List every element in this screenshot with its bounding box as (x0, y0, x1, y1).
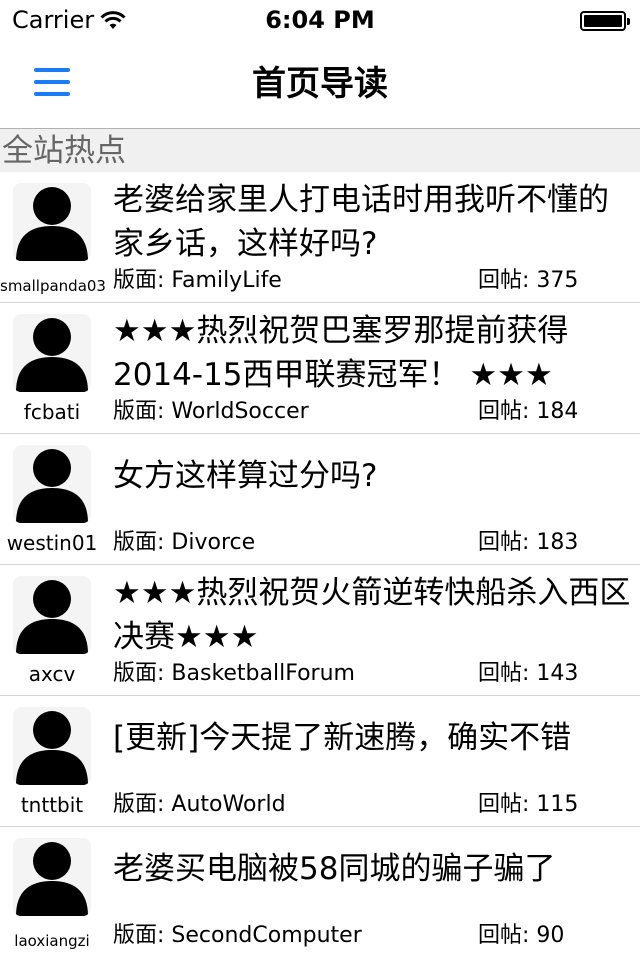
board-label: 版面: AutoWorld (113, 792, 286, 817)
reply-count: 回帖: 184 (478, 399, 579, 424)
post-row[interactable]: westin01 女方这样算过分吗? 版面: Divorce 回帖: 183 (0, 434, 640, 565)
board-label: 版面: SecondComputer (113, 923, 362, 948)
status-bar: Carrier 6:04 PM (0, 0, 640, 40)
board-label: 版面: BasketballForum (113, 661, 355, 686)
user-silhouette-icon (16, 449, 88, 523)
username[interactable]: fcbati (0, 399, 104, 425)
navigation-bar: 首页导读 (0, 40, 640, 129)
battery-full-icon (580, 11, 630, 31)
avatar[interactable] (13, 314, 91, 392)
post-row[interactable]: axcv ★★★热烈祝贺火箭逆转快船杀入西区决赛★★★ 版面: Basketba… (0, 565, 640, 696)
post-title[interactable]: ★★★热烈祝贺火箭逆转快船杀入西区决赛★★★ (113, 571, 633, 659)
reply-count: 回帖: 375 (478, 268, 579, 293)
board-label: 版面: WorldSoccer (113, 399, 309, 424)
reply-count: 回帖: 90 (478, 923, 565, 948)
username[interactable]: tnttbit (0, 792, 104, 818)
avatar[interactable] (13, 445, 91, 523)
username[interactable]: westin01 (0, 530, 104, 556)
user-silhouette-icon (16, 187, 88, 261)
avatar[interactable] (13, 576, 91, 654)
reply-count: 回帖: 115 (478, 792, 579, 817)
avatar[interactable] (13, 183, 91, 261)
user-silhouette-icon (16, 580, 88, 654)
page-title: 首页导读 (252, 64, 388, 104)
board-label: 版面: Divorce (113, 530, 256, 555)
user-silhouette-icon (16, 711, 88, 785)
board-label: 版面: FamilyLife (113, 268, 282, 293)
post-title[interactable]: 老婆买电脑被58同城的骗子骗了 (113, 847, 633, 891)
post-title[interactable]: ★★★热烈祝贺巴塞罗那提前获得2014-15西甲联赛冠军！ ★★★ (113, 309, 633, 397)
post-title[interactable]: 女方这样算过分吗? (113, 454, 633, 498)
avatar[interactable] (13, 707, 91, 785)
post-row[interactable]: smallpanda03 老婆给家里人打电话时用我听不懂的家乡话，这样好吗? 版… (0, 172, 640, 303)
user-silhouette-icon (16, 318, 88, 392)
post-title[interactable]: [更新]今天提了新速腾，确实不错 (113, 716, 633, 760)
username[interactable]: smallpanda03 (0, 273, 106, 299)
post-row[interactable]: tnttbit [更新]今天提了新速腾，确实不错 版面: AutoWorld 回… (0, 696, 640, 827)
user-silhouette-icon (16, 842, 88, 916)
avatar[interactable] (13, 838, 91, 916)
section-header: 全站热点 (0, 129, 640, 172)
username[interactable]: axcv (0, 661, 104, 687)
post-list: smallpanda03 老婆给家里人打电话时用我听不懂的家乡话，这样好吗? 版… (0, 172, 640, 958)
clock: 6:04 PM (265, 6, 375, 34)
username[interactable]: laoxiangzi (0, 928, 104, 954)
post-row[interactable]: laoxiangzi 老婆买电脑被58同城的骗子骗了 版面: SecondCom… (0, 827, 640, 958)
post-row[interactable]: fcbati ★★★热烈祝贺巴塞罗那提前获得2014-15西甲联赛冠军！ ★★★… (0, 303, 640, 434)
post-title[interactable]: 老婆给家里人打电话时用我听不懂的家乡话，这样好吗? (113, 178, 633, 266)
reply-count: 回帖: 143 (478, 661, 579, 686)
reply-count: 回帖: 183 (478, 530, 579, 555)
section-title: 全站热点 (2, 133, 126, 169)
